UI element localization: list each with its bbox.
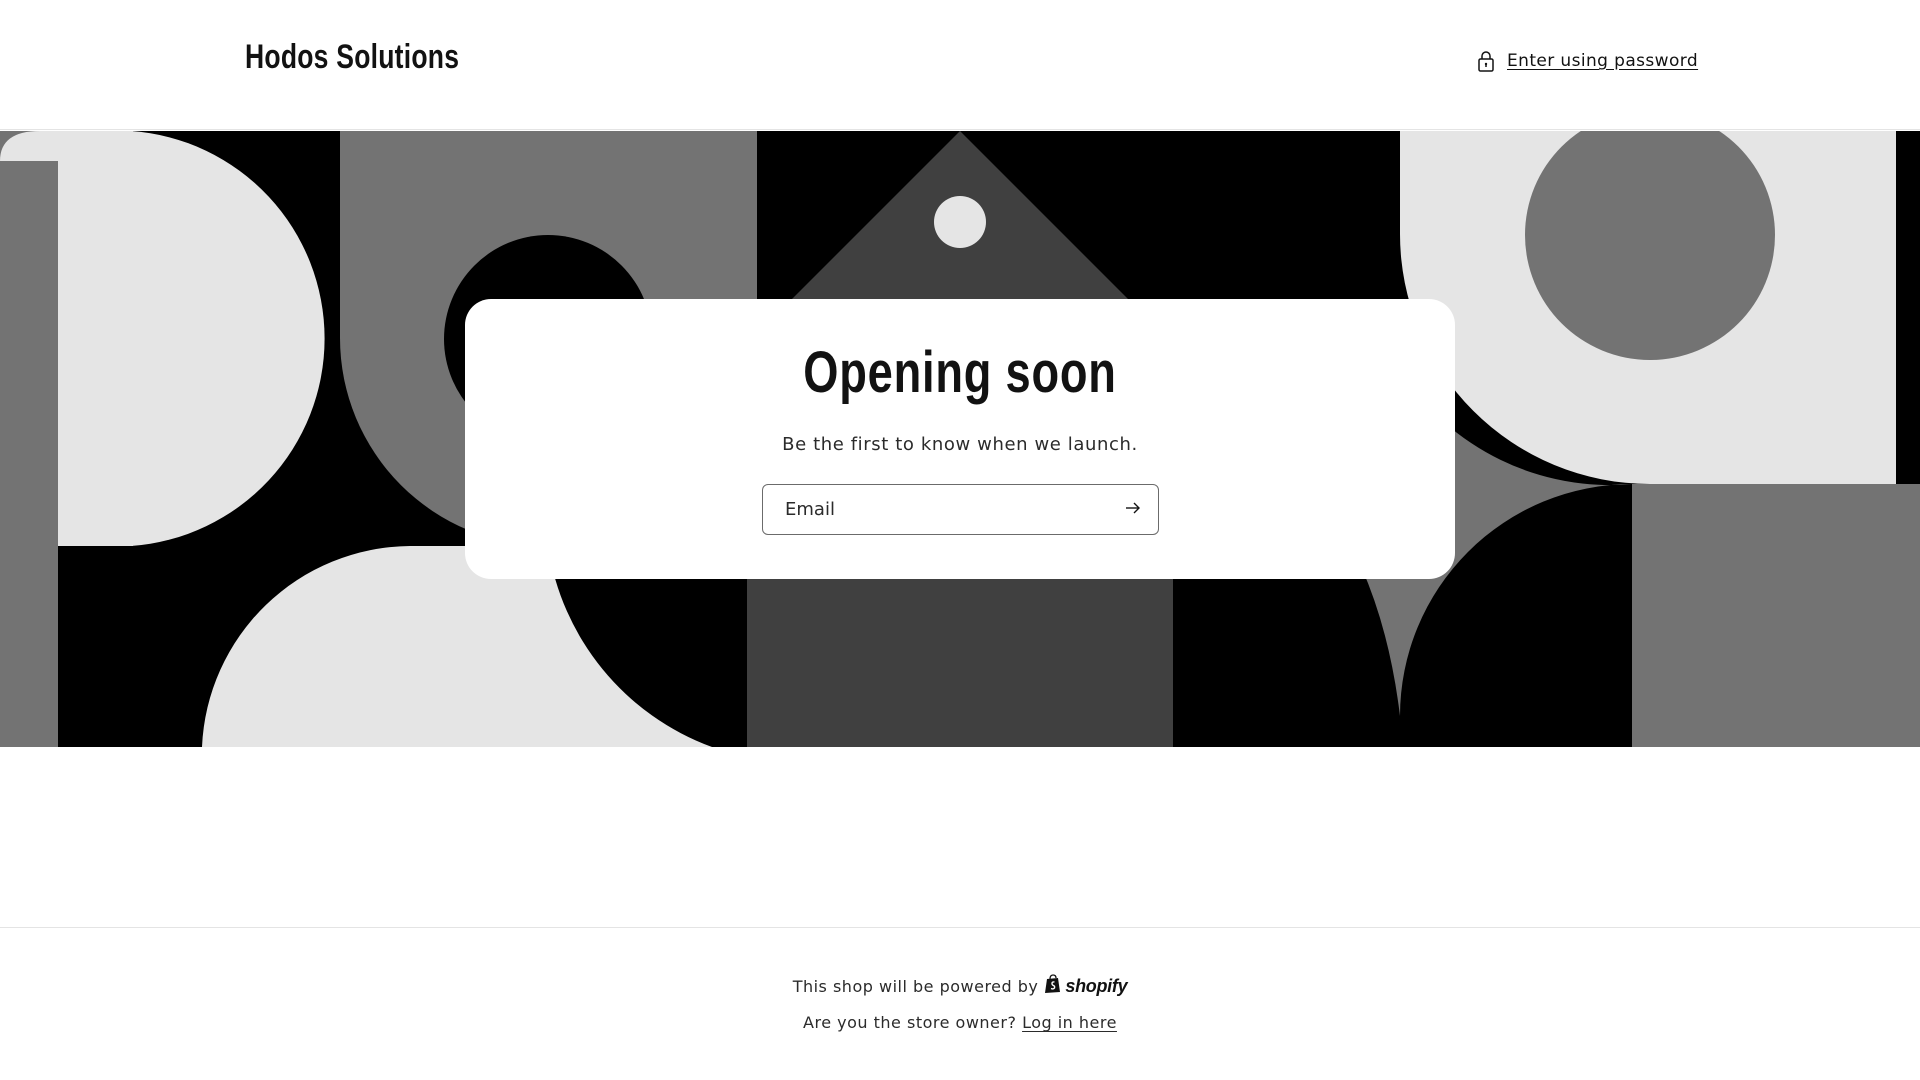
page-title: Opening soon xyxy=(803,340,1117,405)
newsletter-form xyxy=(762,484,1159,535)
banner-shape xyxy=(934,196,986,248)
shopify-logo-link[interactable]: shopify xyxy=(1044,974,1128,998)
store-owner-line: Are you the store owner? Log in here xyxy=(0,1013,1920,1032)
store-name[interactable]: Hodos Solutions xyxy=(245,38,459,77)
banner-shape xyxy=(1896,131,1920,484)
enter-password-link[interactable]: Enter using password xyxy=(1475,49,1698,73)
banner-shape xyxy=(1632,484,1920,747)
arrow-right-icon xyxy=(1125,501,1141,518)
lock-icon xyxy=(1475,49,1497,73)
powered-by-text: This shop will be powered by xyxy=(792,976,1039,996)
login-link[interactable]: Log in here xyxy=(1022,1013,1117,1032)
owner-question: Are you the store owner? xyxy=(803,1013,1017,1032)
email-input[interactable] xyxy=(763,485,1103,534)
enter-password-label: Enter using password xyxy=(1507,51,1699,71)
opening-soon-card: Opening soon Be the first to know when w… xyxy=(465,299,1455,579)
shopify-bag-icon xyxy=(1044,974,1062,998)
shopify-wordmark: shopify xyxy=(1065,975,1128,996)
banner-shape xyxy=(0,131,58,747)
site-header: Hodos Solutions Enter using password xyxy=(0,0,1920,130)
subtitle: Be the first to know when we launch. xyxy=(782,434,1138,455)
powered-by: This shop will be powered by shopify xyxy=(0,974,1920,998)
subscribe-button[interactable] xyxy=(1108,485,1158,534)
banner-shape xyxy=(58,131,133,546)
site-footer: This shop will be powered by shopify Are… xyxy=(0,927,1920,1080)
